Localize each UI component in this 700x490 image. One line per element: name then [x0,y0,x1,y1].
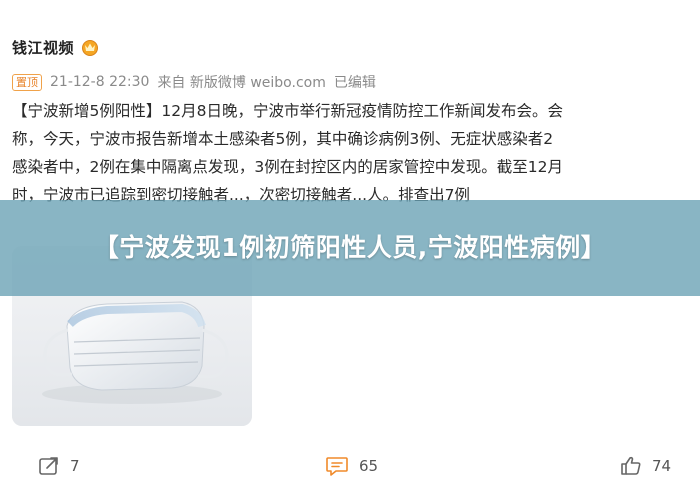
forward-count: 7 [70,457,80,475]
like-button[interactable]: 74 [620,448,671,484]
post-body-line: 【宁波新增5例阳性】12月8日晚，宁波市举行新冠疫情防控工作新闻发布会。会 [12,102,563,120]
author-row: 钱江视频 [12,36,100,58]
gold-crown-badge-icon [80,38,100,56]
thumbs-up-icon [621,456,641,475]
post-body-line: 感染者中，2例在集中隔离点发现，3例在封控区内的居家管控中发现。截至12月 [12,158,563,176]
post-datetime[interactable]: 21-12-8 22:30 [50,74,149,90]
post-body-line: 称，今天，宁波市报告新增本土感染者5例，其中确诊病例3例、无症状感染者2 [12,130,554,148]
like-count: 74 [652,457,672,475]
pinned-badge: 置顶 [12,73,42,91]
headline-title: 【宁波发现1例初筛阳性人员,宁波阳性病例】 [93,233,607,262]
post-body: 【宁波新增5例阳性】12月8日晚，宁波市举行新冠疫情防控工作新闻发布会。会 称，… [12,97,688,209]
comment-count: 65 [359,457,379,475]
comment-icon [326,457,348,476]
post-source: 来自 新版微博 weibo.com [157,75,326,91]
weibo-post-card: 钱江视频 置顶 21-12-8 22:30 来自 新版微博 weibo.com … [0,0,700,490]
forward-button[interactable]: 7 [38,448,80,484]
post-action-bar: 7 65 74 [0,448,700,484]
headline-overlay-banner: 【宁波发现1例初筛阳性人员,宁波阳性病例】 [0,200,700,296]
author-name[interactable]: 钱江视频 [12,37,74,58]
forward-icon [39,457,58,475]
edited-label: 已编辑 [333,75,376,91]
post-meta-row: 置顶 21-12-8 22:30 来自 新版微博 weibo.com 已编辑 [12,72,384,92]
comment-button[interactable]: 65 [325,448,378,484]
